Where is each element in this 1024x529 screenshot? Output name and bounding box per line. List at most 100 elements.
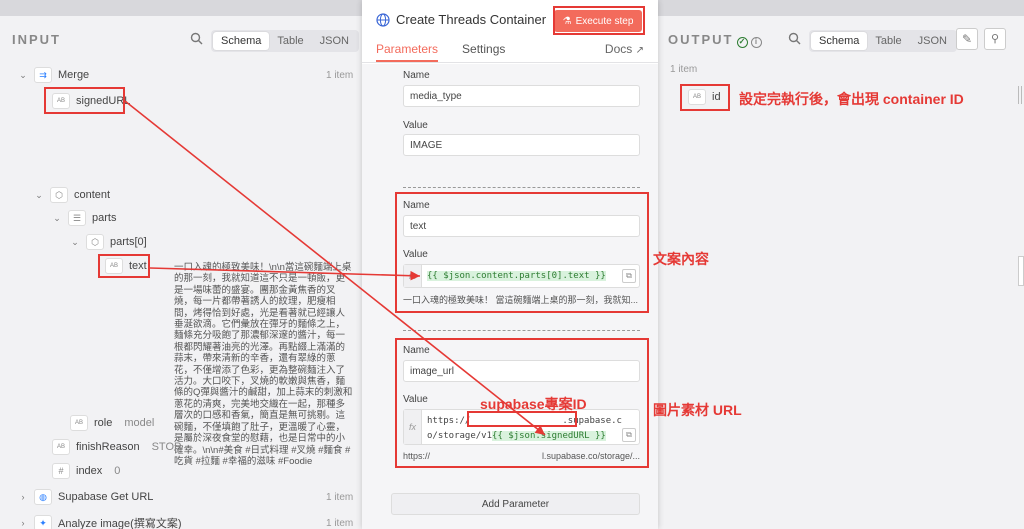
tree-node-text[interactable]: AB text (105, 258, 147, 274)
tab-schema[interactable]: Schema (213, 32, 270, 50)
tab-table[interactable]: Table (269, 32, 311, 50)
expand-icon[interactable]: ⧉ (622, 269, 636, 283)
object-icon: ⬡ (86, 234, 104, 250)
input-title: INPUT (12, 32, 61, 47)
expand-icon[interactable]: ⧉ (622, 428, 636, 442)
param-name-label: Name (403, 345, 430, 356)
merge-count: 1 item (326, 70, 354, 81)
analyze-count: 1 item (326, 518, 354, 529)
pencil-icon[interactable]: ✎ (956, 28, 978, 50)
fx-icon: fx (404, 410, 422, 444)
tab-json[interactable]: JSON (910, 32, 955, 50)
merge-label: Merge (58, 69, 90, 81)
expression-preview: https:// l.supabase.co/storage/... (403, 451, 640, 461)
expression-mid: .supabase.c (562, 416, 622, 426)
modal-title: Create Threads Container (396, 12, 547, 27)
tree-node-role[interactable]: AB role model (70, 415, 154, 431)
object-icon: ⬡ (50, 187, 68, 203)
parts0-key: parts[0] (110, 236, 147, 248)
annotation-caption-content: 文案內容 (653, 251, 709, 267)
tab-schema[interactable]: Schema (811, 32, 868, 50)
tree-node-analyze[interactable]: › ✦ Analyze image(撰寫文案) (18, 515, 181, 529)
tree-node-content[interactable]: ⌄ ⬡ content (34, 187, 110, 203)
docs-link[interactable]: Docs ↗ (605, 42, 644, 56)
param-name-label: Name (403, 70, 430, 81)
expression-highlight: {{ $json.signedURL }} (492, 431, 606, 441)
globe-icon: ◍ (34, 489, 52, 505)
finish-reason-key: finishReason (76, 441, 140, 453)
tree-node-parts[interactable]: ⌄ ☰ parts (52, 210, 116, 226)
tree-node-index[interactable]: # index 0 (52, 463, 120, 479)
resize-handle[interactable] (1018, 256, 1024, 286)
output-title: OUTPUT ✓ i (668, 32, 763, 48)
execute-step-button[interactable]: ⚗ Execute step (554, 10, 642, 32)
supabase-count: 1 item (326, 492, 354, 503)
preview-left: https:// (403, 451, 431, 461)
tree-node-parts0[interactable]: ⌄ ⬡ parts[0] (70, 234, 147, 250)
string-type-icon: AB (52, 439, 70, 455)
analyze-label: Analyze image(撰寫文案) (58, 518, 182, 529)
param-name-label: Name (403, 200, 430, 211)
chevron-right-icon[interactable]: › (18, 518, 28, 528)
add-parameter-button[interactable]: Add Parameter (391, 493, 640, 515)
search-icon[interactable] (186, 30, 206, 50)
param-value-input[interactable]: IMAGE (403, 134, 640, 156)
check-circle-icon: ✓ (737, 37, 749, 48)
output-title-text: OUTPUT (668, 32, 734, 47)
parameters-list: Name media_type Value IMAGE Name text Va… (362, 64, 658, 529)
expression-line-2: o/storage/v1{{ $json.signedURL }} (427, 429, 622, 444)
fx-icon: fx (404, 265, 422, 287)
param-divider (403, 187, 640, 188)
string-type-icon: AB (70, 415, 88, 431)
tree-node-signed-url[interactable]: AB signedURL (52, 93, 130, 109)
param-expression-input[interactable]: fx https:// .supabase.c o/storage/v1{{ $j… (403, 409, 640, 445)
tabs-divider (362, 62, 658, 63)
input-view-tabs: Schema Table JSON (211, 30, 359, 52)
param-expression-input[interactable]: fx {{ $json.content.parts[0].text }} ⧉ (403, 264, 640, 288)
chevron-down-icon[interactable]: ⌄ (52, 213, 62, 224)
param-name-input[interactable]: text (403, 215, 640, 237)
preview-right: l.supabase.co/storage/... (541, 451, 640, 461)
execute-step-label: Execute step (575, 15, 634, 27)
tree-node-supabase[interactable]: › ◍ Supabase Get URL (18, 489, 153, 505)
chevron-down-icon[interactable]: ⌄ (18, 70, 28, 81)
annotation-container-id: 設定完執行後，會出現 container ID (739, 91, 964, 107)
expression-line2-text: o/storage/v1 (427, 431, 493, 441)
output-node-id[interactable]: AB id (688, 89, 721, 105)
node-settings-modal: Create Threads Container ⚗ Execute step … (362, 0, 658, 529)
annotation-supabase-id: supabase專案ID (480, 396, 587, 412)
content-key: content (74, 189, 111, 201)
docs-label: Docs (604, 42, 633, 56)
tab-json[interactable]: JSON (312, 32, 357, 50)
search-icon[interactable] (784, 30, 804, 50)
expression-line-1: https:// .supabase.c (427, 414, 622, 429)
tab-table[interactable]: Table (867, 32, 909, 50)
string-type-icon: AB (105, 258, 123, 274)
tab-settings[interactable]: Settings (462, 42, 505, 62)
merge-icon: ⇉ (34, 67, 52, 83)
signed-url-key: signedURL (76, 95, 131, 107)
text-key: text (129, 260, 147, 272)
index-value: 0 (114, 465, 121, 477)
drag-handle-icon[interactable] (1018, 86, 1022, 104)
supabase-label: Supabase Get URL (58, 491, 154, 503)
tab-parameters[interactable]: Parameters (376, 42, 439, 62)
chevron-down-icon[interactable]: ⌄ (34, 190, 44, 201)
output-view-tabs: Schema Table JSON (809, 30, 957, 52)
param-value-label: Value (403, 394, 428, 405)
parts-key: parts (92, 212, 117, 224)
globe-icon (376, 12, 390, 27)
flask-icon: ⚗ (562, 15, 572, 27)
string-type-icon: AB (52, 93, 70, 109)
param-value-label: Value (403, 120, 428, 131)
chevron-down-icon[interactable]: ⌄ (70, 237, 80, 248)
chevron-right-icon[interactable]: › (18, 492, 28, 502)
tree-node-finish-reason[interactable]: AB finishReason STOP (52, 439, 181, 455)
number-type-icon: # (52, 463, 70, 479)
param-name-input[interactable]: media_type (403, 85, 640, 107)
pin-icon[interactable]: ⚲ (984, 28, 1006, 50)
info-icon: i (751, 37, 763, 48)
param-name-input[interactable]: image_url (403, 360, 640, 382)
modal-header: Create Threads Container (376, 12, 546, 27)
tree-node-merge[interactable]: ⌄ ⇉ Merge (18, 67, 89, 83)
